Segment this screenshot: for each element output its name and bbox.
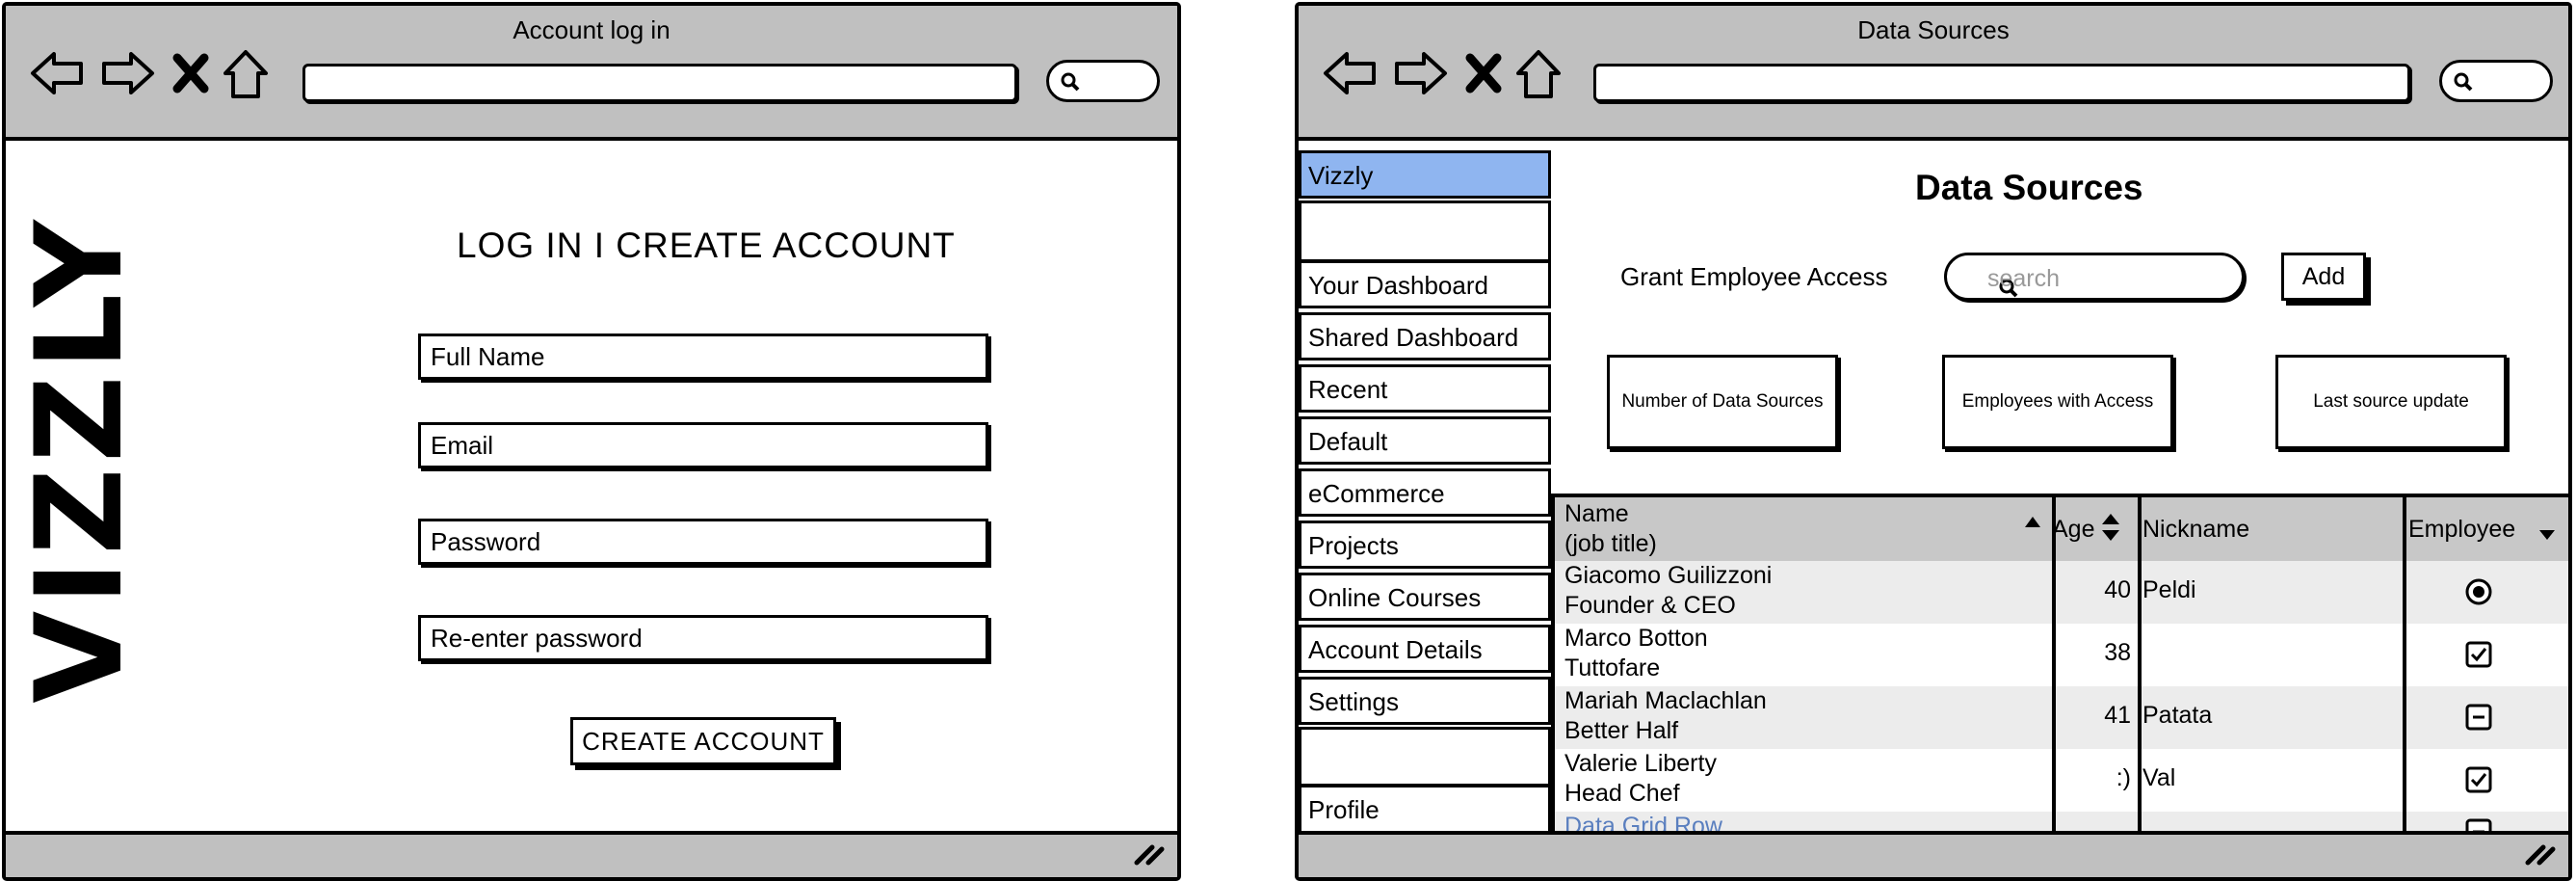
sidebar-item-projects[interactable]: Projects xyxy=(1299,521,1551,569)
sidebar-item-recent[interactable]: Recent xyxy=(1299,364,1551,413)
add-button[interactable]: Add xyxy=(2281,253,2366,301)
data-grid: Name (job title) Age Nickname Employee G… xyxy=(1551,494,2568,841)
column-divider xyxy=(2052,497,2056,837)
cell-nickname: Val xyxy=(2142,764,2176,791)
resize-grip-icon[interactable] xyxy=(1131,838,1166,871)
cell-age: 38 xyxy=(2104,639,2131,666)
back-arrow-icon[interactable] xyxy=(1322,46,1380,100)
grid-header: Name (job title) Age Nickname Employee xyxy=(1555,497,2568,561)
cell-nickname: Peldi xyxy=(2142,576,2196,603)
window-title: Account log in xyxy=(513,15,670,44)
sidebar-item-account-details[interactable]: Account Details xyxy=(1299,625,1551,673)
sort-ascending-icon[interactable] xyxy=(2023,515,2042,533)
column-employee-header[interactable]: Employee xyxy=(2408,515,2515,545)
cell-name: Mariah Maclachlan xyxy=(1564,687,1767,714)
stat-last-source-update: Last source update xyxy=(2275,355,2507,449)
address-bar[interactable] xyxy=(302,64,1017,102)
full-name-field[interactable]: Full Name xyxy=(418,334,988,380)
column-nickname-header[interactable]: Nickname xyxy=(2142,515,2249,545)
browser-search[interactable] xyxy=(1046,60,1160,102)
cell-name: Giacomo Guilizzoni xyxy=(1564,562,1773,589)
data-sources-window: Data Sources Vizzly Your Dashboard Share… xyxy=(1295,2,2572,881)
column-name-subheader: (job title) xyxy=(1564,530,1657,557)
sidebar-item-default[interactable]: Default xyxy=(1299,416,1551,465)
column-age-header[interactable]: Age xyxy=(2052,515,2094,545)
status-bar xyxy=(1299,831,2568,877)
sidebar-item-shared-dashboard[interactable]: Shared Dashboard xyxy=(1299,312,1551,360)
checkbox-indeterminate-icon[interactable] xyxy=(2464,703,2493,736)
column-divider xyxy=(2403,497,2406,837)
table-row[interactable]: Marco Botton Tuttofare 38 xyxy=(1555,624,2568,686)
cell-nickname: Patata xyxy=(2142,702,2213,729)
page-title: Data Sources xyxy=(1915,168,2143,207)
address-bar[interactable] xyxy=(1593,64,2410,102)
browser-search[interactable] xyxy=(2439,60,2553,102)
column-divider xyxy=(2138,497,2142,837)
cell-name: Marco Botton xyxy=(1564,625,1708,652)
sort-both-icon[interactable] xyxy=(2100,511,2121,548)
vizzly-logo: VIZZLY xyxy=(11,214,149,704)
cell-age: 41 xyxy=(2104,702,2131,729)
table-row[interactable]: Giacomo Guilizzoni Founder & CEO 40 Peld… xyxy=(1555,561,2568,624)
cell-job-title: Founder & CEO xyxy=(1564,592,1736,619)
sidebar-item-your-dashboard[interactable]: Your Dashboard xyxy=(1299,260,1551,308)
window-title: Data Sources xyxy=(1857,15,2010,44)
stop-icon[interactable] xyxy=(1464,46,1503,100)
grant-access-label: Grant Employee Access xyxy=(1620,262,1888,291)
sidebar-item-online-courses[interactable]: Online Courses xyxy=(1299,573,1551,621)
sidebar-item-ecommerce[interactable]: eCommerce xyxy=(1299,468,1551,517)
browser-toolbar: Account log in xyxy=(6,6,1177,141)
resize-grip-icon[interactable] xyxy=(2522,838,2557,871)
checkbox-checked-icon[interactable] xyxy=(2464,640,2493,674)
sidebar-item-blank[interactable] xyxy=(1299,727,1551,787)
cell-job-title: Better Half xyxy=(1564,717,1679,744)
stat-number-of-data-sources: Number of Data Sources xyxy=(1607,355,1838,449)
column-name-header[interactable]: Name xyxy=(1564,499,1629,529)
cell-name: Valerie Liberty xyxy=(1564,750,1717,777)
home-icon[interactable] xyxy=(222,46,270,100)
reenter-password-field[interactable]: Re-enter password xyxy=(418,615,988,661)
cell-job-title: Head Chef xyxy=(1564,780,1680,807)
radio-selected-icon[interactable] xyxy=(2464,577,2493,611)
home-icon[interactable] xyxy=(1514,46,1563,100)
checkbox-checked-icon[interactable] xyxy=(2464,765,2493,799)
password-field[interactable]: Password xyxy=(418,519,988,565)
search-placeholder: search xyxy=(1987,265,2061,292)
nav-buttons xyxy=(1322,46,1563,100)
browser-toolbar: Data Sources xyxy=(1299,6,2568,141)
create-account-button[interactable]: CREATE ACCOUNT xyxy=(570,717,836,765)
status-bar xyxy=(6,831,1177,877)
forward-arrow-icon[interactable] xyxy=(1391,46,1449,100)
login-window: Account log in VIZZLY LOG IN I CREATE AC… xyxy=(2,2,1181,881)
stat-employees-with-access: Employees with Access xyxy=(1942,355,2173,449)
sidebar-item-settings[interactable]: Settings xyxy=(1299,677,1551,725)
cell-job-title: Tuttofare xyxy=(1564,654,1661,681)
login-heading: LOG IN I CREATE ACCOUNT xyxy=(457,226,956,265)
email-field[interactable]: Email xyxy=(418,422,988,468)
sidebar-item-profile[interactable]: Profile xyxy=(1299,785,1551,835)
table-row[interactable]: Mariah Maclachlan Better Half 41 Patata xyxy=(1555,686,2568,749)
table-row[interactable]: Valerie Liberty Head Chef :) Val xyxy=(1555,749,2568,812)
cell-age: 40 xyxy=(2104,576,2131,603)
employee-search-input[interactable]: search xyxy=(1944,253,2245,301)
cell-age: :) xyxy=(2116,764,2131,791)
sort-descending-icon[interactable] xyxy=(2537,528,2557,547)
stop-icon[interactable] xyxy=(171,46,210,100)
sidebar-item-vizzly[interactable]: Vizzly xyxy=(1299,150,1551,199)
sidebar-item-blank[interactable] xyxy=(1299,200,1551,262)
